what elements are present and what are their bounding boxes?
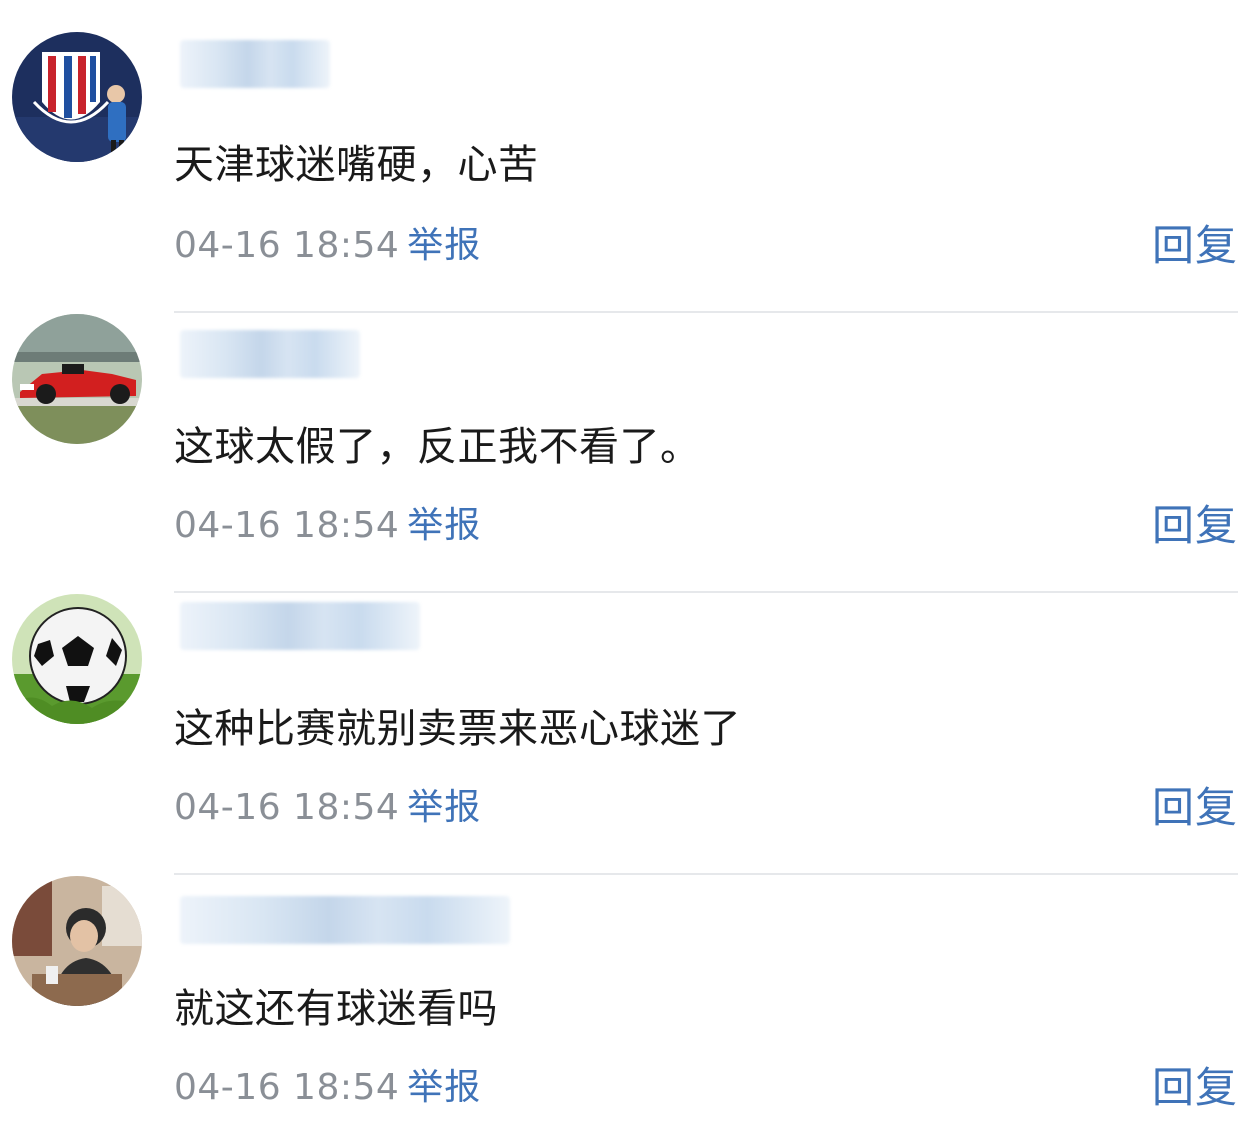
reply-button[interactable]: 回复 xyxy=(1152,212,1238,273)
comment-timestamp: 04-16 18:54 xyxy=(174,787,400,828)
reply-button[interactable]: 回复 xyxy=(1152,492,1238,553)
comment-meta: 04-16 18:54 举报 xyxy=(174,496,481,548)
comment-text: 就这还有球迷看吗 xyxy=(174,986,498,1032)
username-blurred[interactable] xyxy=(180,602,420,650)
comment-item: 就这还有球迷看吗 04-16 18:54 举报 回复 xyxy=(0,844,1254,1124)
comment-item: 这球太假了，反正我不看了。 04-16 18:54 举报 回复 xyxy=(0,280,1254,593)
comment-timestamp: 04-16 18:54 xyxy=(174,225,400,266)
reply-button[interactable]: 回复 xyxy=(1152,774,1238,835)
comment-meta: 04-16 18:54 举报 xyxy=(174,778,481,830)
username-blurred[interactable] xyxy=(180,330,360,378)
comment-text: 这球太假了，反正我不看了。 xyxy=(174,424,701,470)
comment-text: 这种比赛就别卖票来恶心球迷了 xyxy=(174,706,741,752)
reply-button[interactable]: 回复 xyxy=(1152,1054,1238,1115)
comment-timestamp: 04-16 18:54 xyxy=(174,1067,400,1108)
comment-timestamp: 04-16 18:54 xyxy=(174,505,400,546)
race-car-avatar-icon[interactable] xyxy=(12,314,142,444)
comment-item: 这种比赛就别卖票来恶心球迷了 04-16 18:54 举报 回复 xyxy=(0,562,1254,875)
report-link[interactable]: 举报 xyxy=(407,505,481,546)
club-crest-avatar-icon[interactable] xyxy=(12,32,142,162)
comment-item: 天津球迷嘴硬，心苦 04-16 18:54 举报 回复 xyxy=(0,0,1254,313)
soccer-ball-avatar-icon[interactable] xyxy=(12,594,142,724)
report-link[interactable]: 举报 xyxy=(407,1067,481,1108)
report-link[interactable]: 举报 xyxy=(407,225,481,266)
comment-meta: 04-16 18:54 举报 xyxy=(174,216,481,268)
comment-text: 天津球迷嘴硬，心苦 xyxy=(174,142,539,188)
comment-meta: 04-16 18:54 举报 xyxy=(174,1058,481,1110)
username-blurred[interactable] xyxy=(180,896,510,944)
report-link[interactable]: 举报 xyxy=(407,787,481,828)
person-photo-avatar-icon[interactable] xyxy=(12,876,142,1006)
username-blurred[interactable] xyxy=(180,40,330,88)
